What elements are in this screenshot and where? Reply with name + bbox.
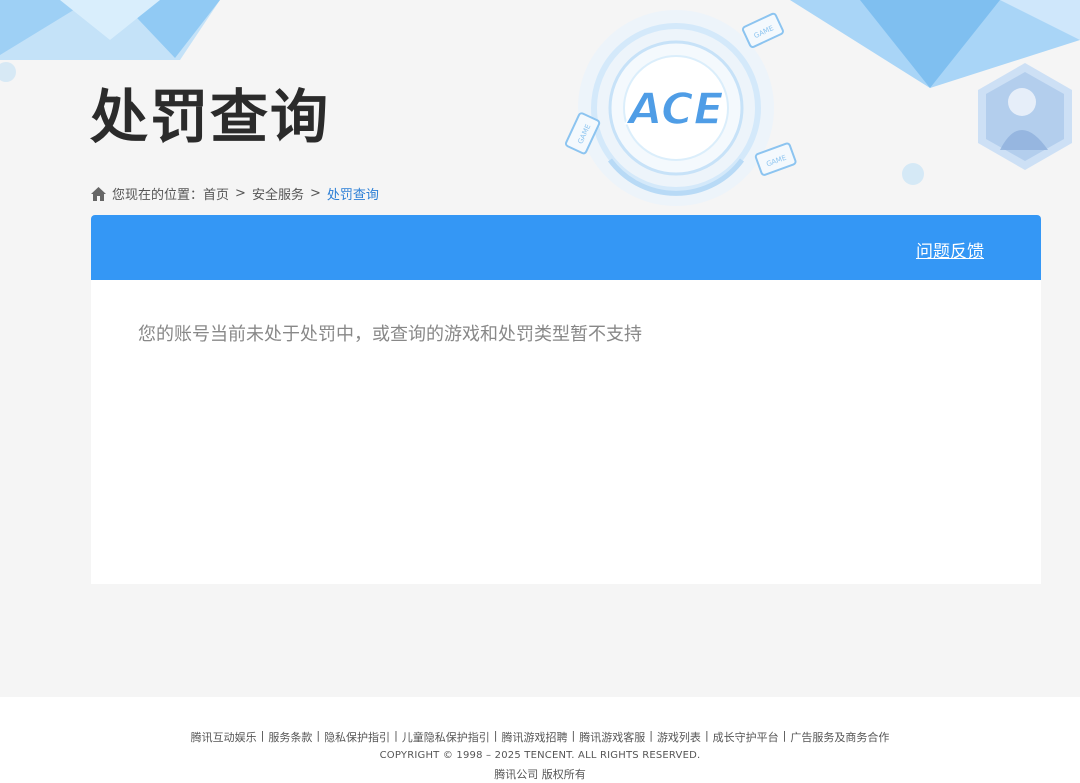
footer-divider: | [649,729,653,742]
page: ACE GAME GAME GAME 处罚查询 您现在的位置： 首页 > 安全服… [0,0,1080,783]
footer-divider: | [704,729,709,742]
svg-text:ACE: ACE [625,84,723,135]
footer-link-ads[interactable]: 广告服务及商务合作 [790,729,889,745]
breadcrumb-current: 处罚查询 [326,188,379,203]
footer-links: 腾讯互动娱乐 | 服务条款 | 隐私保护指引 | 儿童隐私保护指引 | 腾讯游戏… [0,729,1080,745]
footer-divider: | [493,729,498,742]
company-rights: 腾讯公司 版权所有 [494,768,586,781]
footer-link-terms[interactable]: 服务条款 [268,729,312,745]
footer-link-game-list[interactable]: 游戏列表 [657,729,701,745]
ace-logo-icon: ACE [578,10,774,206]
copyright: COPYRIGHT © 1998 – 2025 TENCENT. ALL RIG… [379,750,701,761]
panel-body: 您的账号当前未处于处罚中，或查询的游戏和处罚类型暂不支持 [91,280,1041,386]
svg-text:GAME: GAME [765,154,787,169]
footer-divider: | [394,729,398,742]
breadcrumb-home-link[interactable]: 首页 [203,184,229,203]
footer-link-child-privacy[interactable]: 儿童隐私保护指引 [402,729,490,745]
footer: 腾讯互动娱乐 | 服务条款 | 隐私保护指引 | 儿童隐私保护指引 | 腾讯游戏… [0,697,1080,783]
breadcrumb: 您现在的位置： 首页 > 安全服务 > 处罚查询 [91,184,379,203]
character-avatar-icon [978,63,1072,170]
footer-link-jobs[interactable]: 腾讯游戏招聘 [502,729,568,745]
footer-link-privacy[interactable]: 隐私保护指引 [324,729,390,745]
home-icon [91,186,106,201]
page-title: 处罚查询 [90,83,331,151]
footer-divider: | [571,729,576,742]
svg-text:GAME: GAME [576,123,592,145]
breadcrumb-separator: > [235,186,246,201]
footer-link-support[interactable]: 腾讯游戏客服 [579,729,645,745]
svg-text:GAME: GAME [753,24,775,40]
breadcrumb-prefix: 您现在的位置： [112,188,204,203]
footer-divider: | [316,729,321,742]
feedback-link[interactable]: 问题反馈 [916,237,984,262]
footer-link-guardian[interactable]: 成长守护平台 [713,729,779,745]
breadcrumb-separator: > [309,186,321,201]
footer-divider: | [782,729,787,742]
status-message: 您的账号当前未处于处罚中，或查询的游戏和处罚类型暂不支持 [138,324,642,345]
footer-link-ieg[interactable]: 腾讯互动娱乐 [191,729,257,745]
result-panel: 问题反馈 您的账号当前未处于处罚中，或查询的游戏和处罚类型暂不支持 [91,215,1041,584]
panel-header: 问题反馈 [91,215,1041,280]
footer-divider: | [260,729,265,742]
breadcrumb-security-link[interactable]: 安全服务 [252,184,304,203]
